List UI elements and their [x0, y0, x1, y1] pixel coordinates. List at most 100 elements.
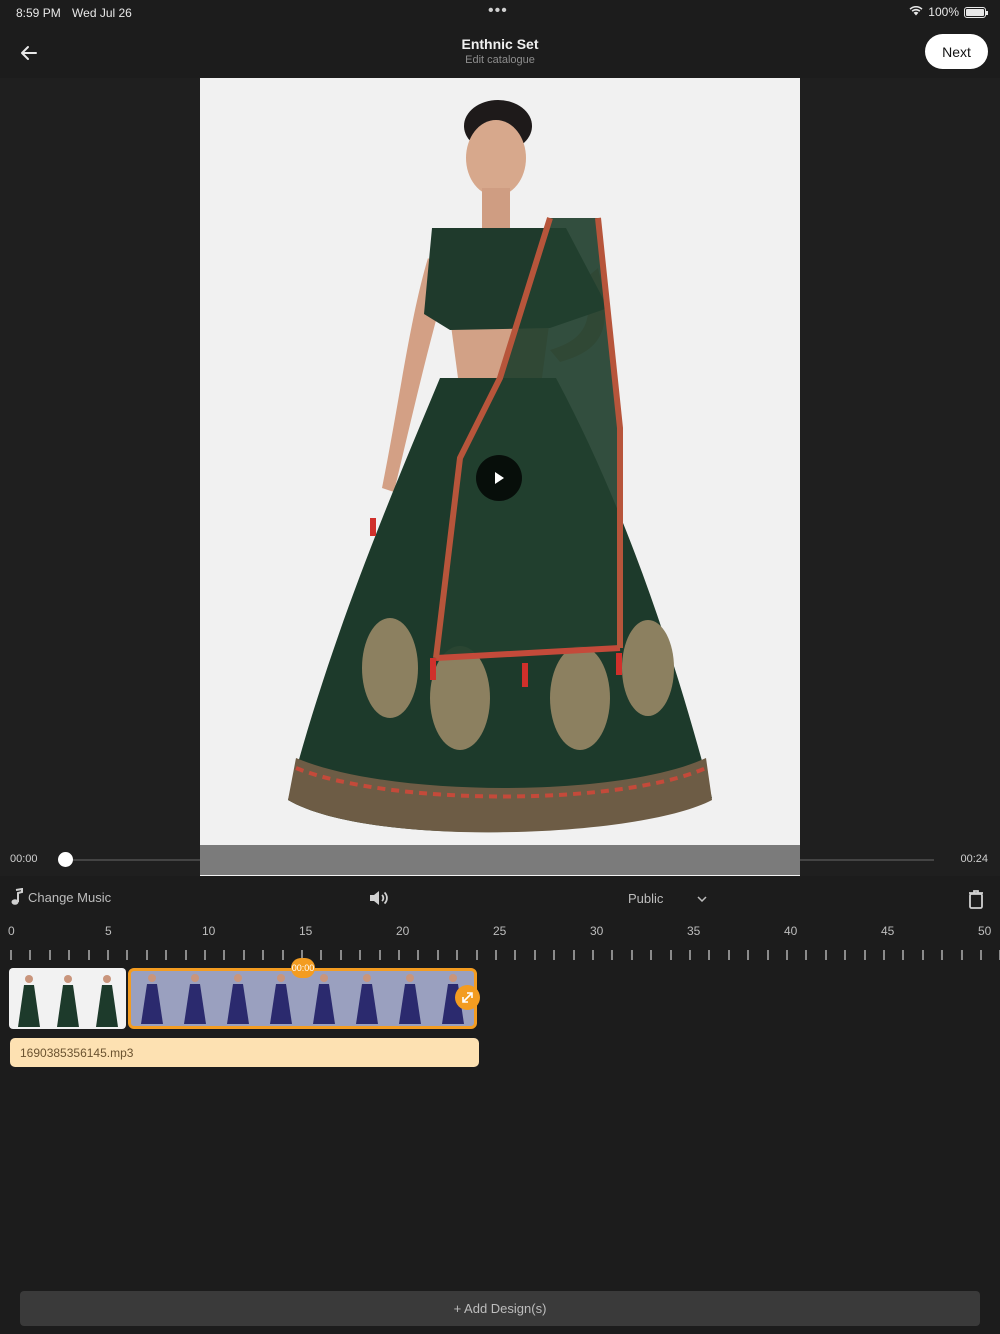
ruler-tick — [980, 950, 982, 960]
ruler-label: 35 — [687, 924, 701, 938]
clip-thumbnail — [312, 974, 335, 1024]
ruler-tick — [320, 950, 322, 960]
timeline-clip[interactable] — [9, 968, 126, 1029]
ruler-tick — [29, 950, 31, 960]
add-designs-button[interactable]: + Add Design(s) — [20, 1291, 980, 1326]
editor-toolbar: Change Music Public — [0, 884, 1000, 916]
ruler-tick — [476, 950, 478, 960]
play-button[interactable] — [476, 455, 522, 501]
timeline-ruler: 0 5 10 15 20 25 30 35 40 45 50 — [0, 922, 1000, 964]
ruler-tick — [262, 950, 264, 960]
ruler-tick — [708, 950, 710, 960]
clip-time-badge: 00:00 — [291, 958, 315, 978]
battery-icon — [964, 6, 988, 18]
ruler-tick — [902, 950, 904, 960]
ruler-tick — [650, 950, 652, 960]
clip-thumbnail — [227, 974, 250, 1024]
clip-thumbnail — [355, 974, 378, 1024]
visibility-value: Public — [628, 891, 664, 906]
ruler-label: 30 — [590, 924, 604, 938]
ruler-tick — [495, 950, 497, 960]
ruler-tick — [786, 950, 788, 960]
ruler-tick — [398, 950, 400, 960]
status-time-date: 8:59 PM Wed Jul 26 — [16, 6, 132, 20]
arrow-left-icon — [21, 46, 37, 60]
ruler-tick — [689, 950, 691, 960]
ruler-tick — [670, 950, 672, 960]
clip-thumbnail — [270, 974, 293, 1024]
clip-resize-handle[interactable] — [455, 985, 480, 1010]
delete-button[interactable] — [968, 889, 984, 914]
ruler-tick — [204, 950, 206, 960]
status-date: Wed Jul 26 — [72, 6, 132, 20]
ruler-tick — [767, 950, 769, 960]
volume-button[interactable] — [368, 889, 390, 912]
clip-thumbnail — [398, 974, 421, 1024]
ruler-tick — [883, 950, 885, 960]
ruler-label: 5 — [105, 924, 112, 938]
ruler-tick — [107, 950, 109, 960]
ruler-tick — [825, 950, 827, 960]
music-note-icon — [11, 888, 23, 905]
next-button[interactable]: Next — [925, 34, 988, 69]
ruler-tick — [573, 950, 575, 960]
ruler-tick — [922, 950, 924, 960]
status-right: 100% — [909, 5, 988, 19]
ruler-tick — [592, 950, 594, 960]
battery-percent: 100% — [928, 5, 959, 19]
ruler-tick — [941, 950, 943, 960]
back-button[interactable] — [14, 38, 44, 68]
ruler-label: 45 — [881, 924, 895, 938]
ruler-tick — [340, 950, 342, 960]
audio-file-name: 1690385356145.mp3 — [20, 1045, 134, 1060]
ruler-tick — [49, 950, 51, 960]
ruler-tick — [185, 950, 187, 960]
ruler-tick — [864, 950, 866, 960]
ruler-label: 25 — [493, 924, 507, 938]
ruler-tick — [437, 950, 439, 960]
ruler-tick — [359, 950, 361, 960]
clip-thumbnail — [141, 974, 164, 1024]
ruler-label: 20 — [396, 924, 410, 938]
scrubber-preview-overlay — [200, 845, 800, 875]
ruler-tick — [553, 950, 555, 960]
total-time: 00:24 — [960, 853, 988, 865]
header-title-block: Enthnic Set Edit catalogue — [300, 36, 700, 66]
clip-thumbnail — [184, 974, 207, 1024]
ruler-label: 50 — [978, 924, 992, 938]
ruler-tick — [728, 950, 730, 960]
ruler-tick — [631, 950, 633, 960]
ruler-tick — [10, 950, 12, 960]
ruler-tick — [68, 950, 70, 960]
scrubber-handle[interactable] — [58, 852, 73, 867]
playback-scrubber: 00:00 00:24 — [0, 845, 1000, 875]
ruler-tick — [747, 950, 749, 960]
ruler-label: 15 — [299, 924, 313, 938]
clip-thumbnail — [17, 975, 40, 1027]
ruler-tick — [379, 950, 381, 960]
change-music-label: Change Music — [28, 889, 112, 905]
ruler-tick — [961, 950, 963, 960]
clip-thumbnail — [95, 975, 118, 1027]
ruler-tick — [844, 950, 846, 960]
ruler-tick — [146, 950, 148, 960]
change-music-button[interactable]: Change Music — [10, 888, 111, 906]
ruler-tick — [805, 950, 807, 960]
ruler-tick — [126, 950, 128, 960]
ruler-tick — [165, 950, 167, 960]
wifi-icon — [909, 5, 923, 19]
ruler-tick — [456, 950, 458, 960]
ruler-tick — [611, 950, 613, 960]
ruler-tick — [223, 950, 225, 960]
visibility-select[interactable]: Public — [628, 891, 707, 906]
play-icon — [495, 472, 504, 484]
status-bar: 8:59 PM Wed Jul 26 ••• 100% — [0, 0, 1000, 26]
audio-track[interactable]: 1690385356145.mp3 — [10, 1038, 479, 1067]
ruler-tick — [88, 950, 90, 960]
ruler-tick — [243, 950, 245, 960]
multitask-dots[interactable]: ••• — [488, 2, 508, 20]
speaker-icon — [370, 891, 388, 905]
chevron-down-icon — [697, 895, 707, 902]
ruler-tick — [282, 950, 284, 960]
ruler-label: 10 — [202, 924, 216, 938]
